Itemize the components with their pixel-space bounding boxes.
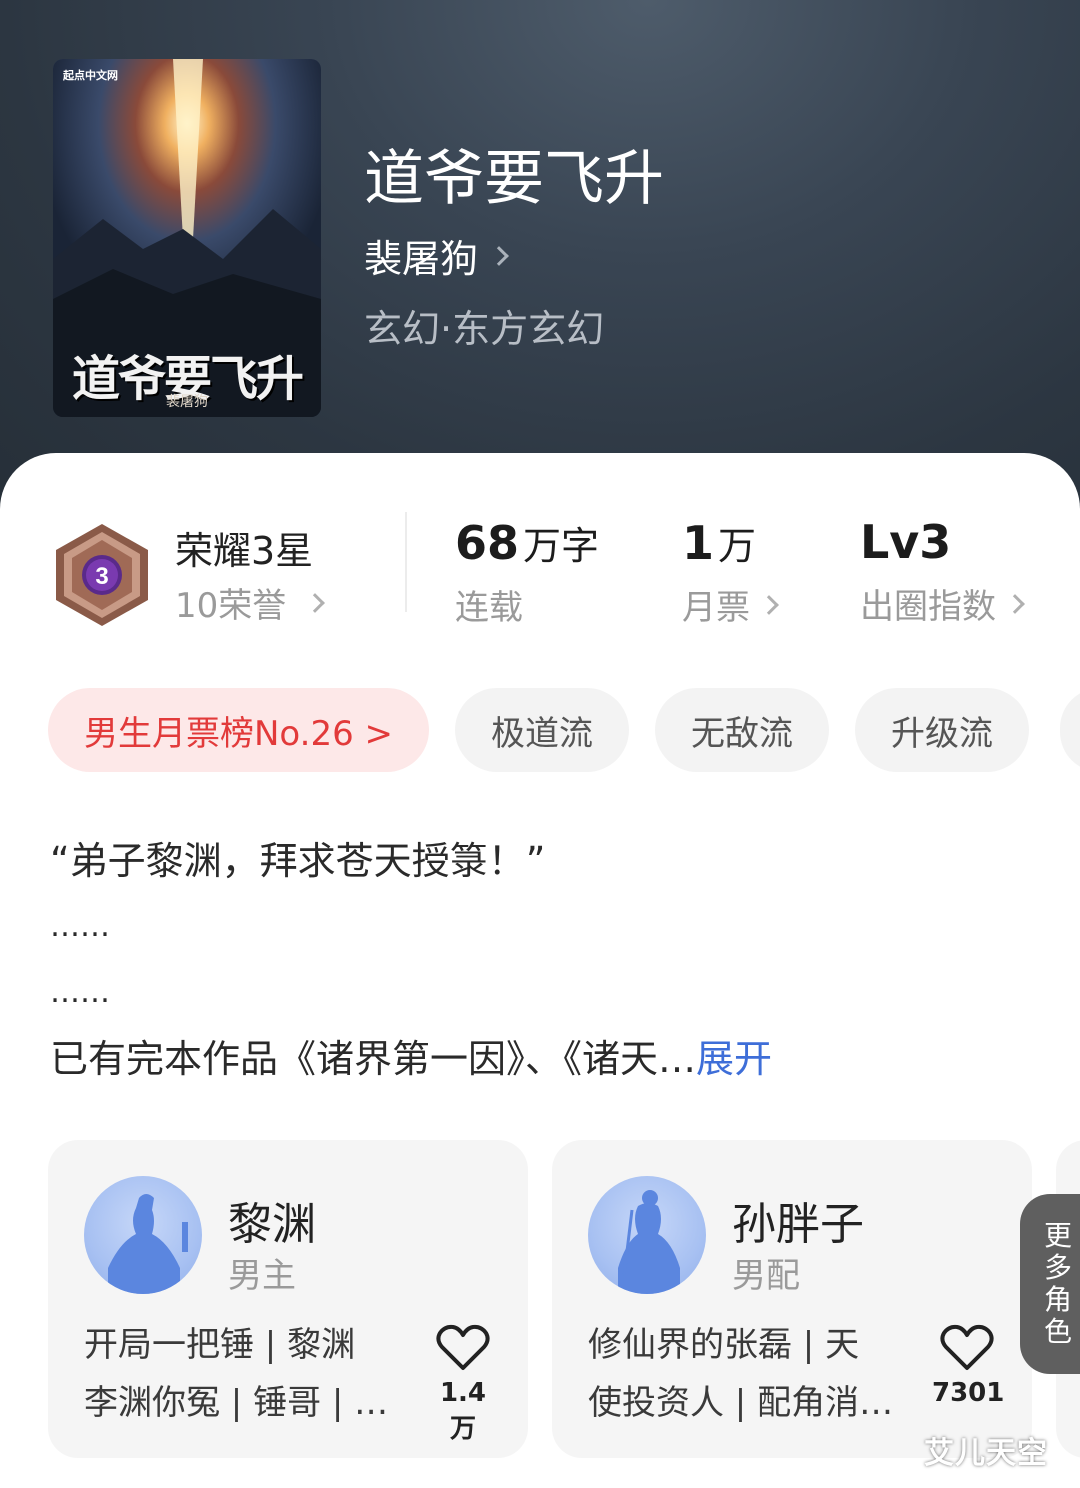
cover-author: 裴屠狗 bbox=[166, 394, 208, 410]
medal-level: 3 bbox=[95, 563, 108, 590]
stat-unit: 万字 bbox=[523, 524, 600, 568]
book-description[interactable]: “弟子黎渊，拜求苍天授箓！” …… …… 已有完本作品《诸界第一因》、《诸天…展… bbox=[50, 828, 1030, 1092]
stat-word-count: 68 万字 连载 bbox=[455, 515, 599, 629]
expand-link[interactable]: 展开 bbox=[696, 1037, 772, 1081]
stat-label: 连载 bbox=[455, 588, 523, 628]
role-card[interactable]: 黎渊 男主 开局一把锤 | 黎渊 李渊你冤 | 锤哥 | … 1.4万 bbox=[48, 1140, 528, 1458]
tag-item[interactable]: 无敌流 bbox=[655, 688, 830, 772]
book-genre[interactable]: 玄幻·东方玄幻 bbox=[364, 298, 604, 353]
role-type: 男主 bbox=[228, 1256, 296, 1296]
heart-icon bbox=[940, 1324, 994, 1370]
tag-item[interactable]: 极道流 bbox=[455, 688, 630, 772]
book-title: 道爷要飞升 bbox=[364, 144, 664, 214]
stat-label: 月票 bbox=[682, 588, 750, 628]
stat-monthly-votes[interactable]: 1万 月票 bbox=[682, 515, 779, 629]
heart-icon bbox=[436, 1324, 490, 1370]
book-cover[interactable]: 起点中文网 道爷要飞升 裴屠狗 bbox=[53, 59, 321, 417]
like-count: 7301 bbox=[932, 1378, 1005, 1408]
author-name: 裴屠狗 bbox=[364, 237, 479, 281]
role-avatar bbox=[84, 1176, 202, 1294]
chevron-right-icon bbox=[489, 245, 509, 266]
like-button[interactable]: 7301 bbox=[932, 1324, 1005, 1408]
tag-row: 男生月票榜No.26 > 极道流 无敌流 升级流 bbox=[48, 688, 1055, 772]
stat-label: 出圈指数 bbox=[860, 587, 996, 627]
role-name: 黎渊 bbox=[228, 1199, 316, 1250]
like-count: 1.4万 bbox=[439, 1378, 487, 1444]
desc-line: …… bbox=[50, 975, 110, 1010]
role-card[interactable]: 孙胖子 男配 修仙界的张磊 | 天 使投资人 | 配角消… 7301 bbox=[552, 1140, 1032, 1458]
role-description: 修仙界的张磊 | 天 使投资人 | 配角消… bbox=[588, 1325, 894, 1423]
stat-value: 1 bbox=[682, 516, 715, 570]
role-avatar bbox=[588, 1176, 706, 1294]
cover-publisher-logo: 起点中文网 bbox=[63, 69, 118, 82]
chevron-right-icon bbox=[305, 592, 326, 613]
stat-value: 68 bbox=[455, 516, 520, 570]
divider bbox=[405, 512, 407, 612]
like-button[interactable]: 1.4万 bbox=[428, 1324, 498, 1445]
desc-line: 已有完本作品《诸界第一因》、《诸天… bbox=[50, 1037, 697, 1081]
role-description: 开局一把锤 | 黎渊 李渊你冤 | 锤哥 | … bbox=[84, 1325, 389, 1423]
honor-points: 10荣誉 bbox=[175, 586, 287, 626]
chevron-right-icon bbox=[1005, 593, 1025, 614]
role-type: 男配 bbox=[732, 1256, 800, 1296]
watermark: 艾儿天空 bbox=[924, 1436, 1048, 1471]
author-link[interactable]: 裴屠狗 bbox=[364, 228, 509, 283]
more-roles-button[interactable]: 更多角色 bbox=[1020, 1194, 1080, 1374]
rank-tag[interactable]: 男生月票榜No.26 > bbox=[48, 688, 430, 772]
role-name: 孙胖子 bbox=[732, 1199, 864, 1250]
honor-title[interactable]: 荣耀3星 bbox=[175, 520, 313, 575]
stat-value: Lv3 bbox=[860, 515, 952, 569]
stat-popularity-index[interactable]: Lv3 出圈指数 bbox=[860, 515, 1025, 628]
desc-line: …… bbox=[50, 909, 110, 944]
honor-link[interactable]: 10荣誉 bbox=[175, 578, 326, 627]
tag-item[interactable]: 升级流 bbox=[855, 688, 1030, 772]
desc-line: “弟子黎渊，拜求苍天授箓！” bbox=[50, 839, 546, 883]
stat-unit: 万 bbox=[718, 524, 757, 568]
chevron-right-icon bbox=[759, 594, 779, 615]
honor-medal-icon[interactable]: 3 bbox=[52, 522, 152, 628]
